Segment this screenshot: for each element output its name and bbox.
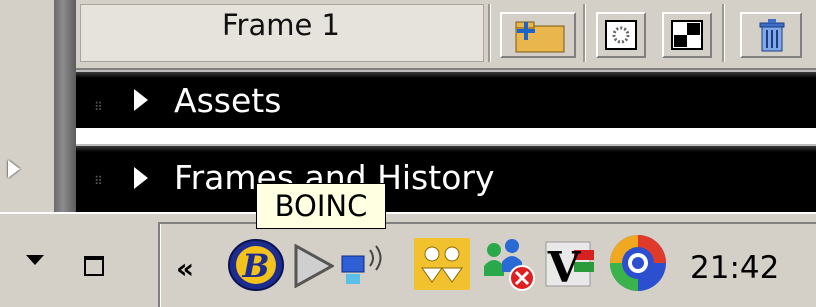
virus-shield-icon[interactable]: V: [544, 236, 598, 292]
expand-triangle-icon: [134, 89, 148, 111]
swirl-app-icon[interactable]: [606, 232, 670, 294]
down-arrow-icon: [26, 255, 44, 265]
show-desktop-icon[interactable]: [84, 256, 104, 276]
messenger-offline-icon[interactable]: [480, 236, 538, 292]
users-sync-icon[interactable]: [414, 238, 470, 290]
grip-icon: ⠿: [94, 174, 103, 188]
expand-triangle-icon: [134, 167, 148, 189]
grip-icon: ⠿: [94, 100, 103, 114]
trash-icon: [759, 19, 785, 52]
system-tray: « B V 21:42: [158, 222, 816, 307]
tooltip: BOINC: [256, 183, 386, 229]
show-hidden-icons-button[interactable]: «: [176, 252, 194, 285]
clock[interactable]: 21:42: [690, 250, 779, 286]
left-panel-edge: [0, 0, 54, 212]
taskbar-menu-button[interactable]: [20, 251, 50, 275]
checkerboard-button[interactable]: [662, 12, 712, 58]
frame-label: Frame 1: [221, 8, 341, 42]
svg-text:V: V: [547, 243, 582, 292]
taskbar: « B V 21:42: [0, 214, 816, 307]
resize-cursor-icon: [8, 160, 20, 178]
panel-splitter[interactable]: [54, 0, 76, 212]
tray-highlight: [160, 224, 165, 307]
onion-skin-icon: [605, 20, 637, 50]
checkerboard-icon: [671, 20, 703, 50]
toolbar-separator: [722, 4, 725, 62]
import-button[interactable]: [500, 12, 576, 58]
toolbar-separator: [488, 4, 491, 62]
boinc-icon[interactable]: B: [226, 238, 286, 292]
toolbar-separator: [583, 4, 586, 62]
delete-button[interactable]: [740, 12, 802, 58]
network-icon[interactable]: [338, 238, 390, 290]
assets-panel-header[interactable]: ⠿ Assets: [76, 70, 816, 128]
folder-add-icon: [515, 21, 565, 53]
play-icon[interactable]: [292, 244, 334, 288]
panel-title: Assets: [174, 81, 282, 120]
onion-skin-button[interactable]: [596, 12, 646, 58]
frames-history-panel-header[interactable]: ⠿ Frames and History: [76, 144, 816, 214]
svg-text:B: B: [241, 247, 269, 285]
screenshot: Frame 1 ⠿ Assets ⠿ Frames and History « …: [0, 0, 816, 307]
